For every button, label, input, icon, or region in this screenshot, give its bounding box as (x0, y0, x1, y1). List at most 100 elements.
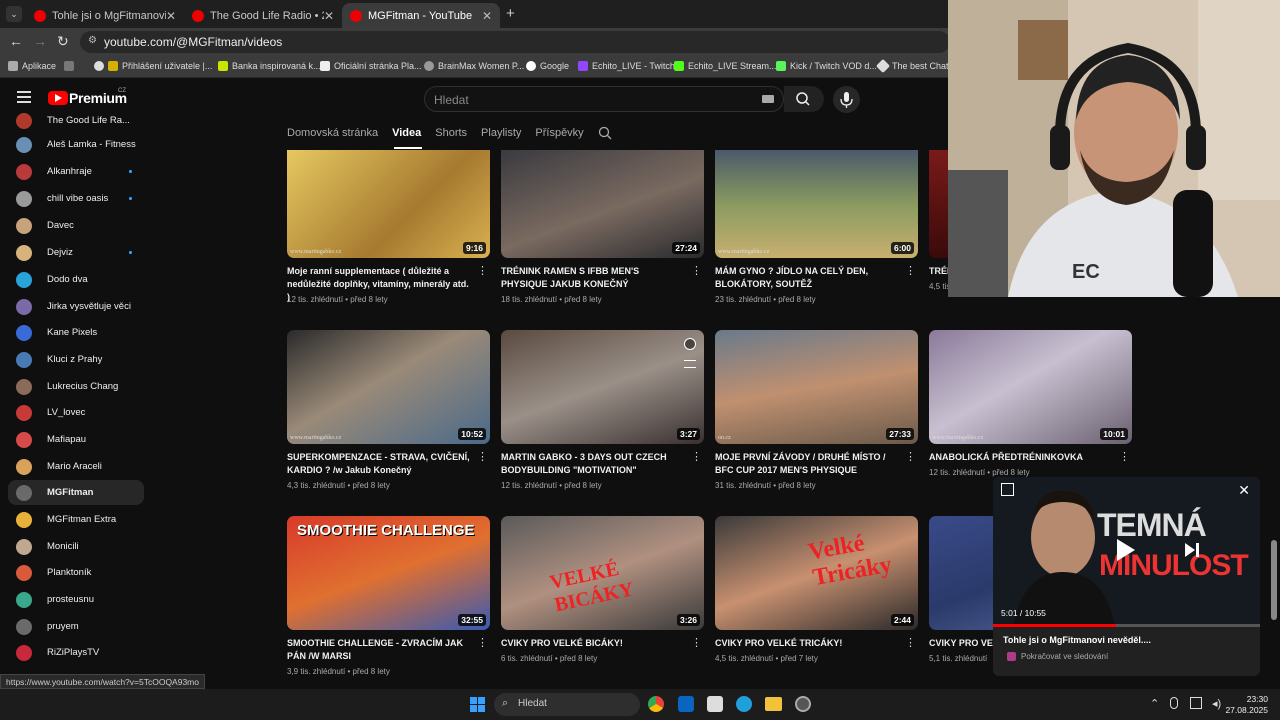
tab-good-life-radio[interactable]: The Good Life Radio • 24/7 Live... ✕ (184, 3, 342, 28)
tab-close-icon[interactable]: ✕ (482, 9, 492, 23)
video-thumbnail[interactable]: www.martingabko.cz 6:00 (715, 150, 918, 258)
video-card[interactable]: 27:24 TRÉNINK RAMEN S IFBB MEN'S PHYSIQUE… (501, 144, 704, 304)
page-scrollbar[interactable] (1271, 540, 1277, 620)
obs-taskbar-icon[interactable] (795, 696, 811, 712)
sidebar-item-channel[interactable]: Dejviz (8, 240, 144, 265)
tray-chevron-icon[interactable]: ⌃ (1150, 697, 1159, 710)
sidebar-item-channel[interactable]: Mario Araceli (8, 454, 144, 479)
video-card[interactable]: on.cz 27:33 MOJE PRVNÍ ZÁVODY / DRUHÉ MÍST… (715, 330, 918, 490)
grid-icon[interactable] (64, 61, 78, 71)
more-actions-icon[interactable]: ⋮ (905, 636, 916, 649)
video-thumbnail[interactable]: on.cz 27:33 (715, 330, 918, 444)
video-title[interactable]: CVIKY PRO VELKÉ BICÁKY! (501, 637, 686, 650)
play-icon[interactable] (1117, 539, 1135, 561)
sidebar-item-channel[interactable]: Planktoník (8, 560, 144, 585)
more-actions-icon[interactable]: ⋮ (905, 450, 916, 463)
site-info-icon[interactable]: ⚙ (88, 35, 97, 46)
store-taskbar-icon[interactable] (707, 696, 723, 712)
video-card[interactable]: SMOOTHIE CHALLENGE 32:55 SMOOTHIE CHALLENG… (287, 516, 490, 676)
video-title[interactable]: MARTIN GABKO - 3 DAYS OUT CZECH BODYBUIL… (501, 451, 686, 477)
new-tab-button[interactable]: + (506, 5, 515, 22)
bookmark-echito-stream[interactable]: Echito_LIVE Stream... (674, 61, 777, 71)
address-bar[interactable]: ⚙ youtube.com/@MGFitman/videos (80, 31, 950, 53)
bookmark-aplikace[interactable]: Aplikace (8, 61, 56, 71)
more-actions-icon[interactable]: ⋮ (477, 636, 488, 649)
sidebar-item-channel[interactable]: MGFitman (8, 480, 144, 505)
video-thumbnail[interactable]: www.martingabko.cz 10:01 (929, 330, 1132, 444)
sidebar-item-channel[interactable]: Alkanhraje (8, 159, 144, 184)
miniplayer[interactable]: TEMNÁ MINULOST ✕ 5:01 / 10:55 Tohle jsi … (993, 477, 1260, 676)
voice-search-button[interactable] (833, 86, 860, 113)
sidebar-item-channel[interactable]: Monicili (8, 534, 144, 559)
bookmark-google[interactable]: Google (526, 61, 569, 71)
sidebar-item-channel[interactable]: Kluci z Prahy (8, 347, 144, 372)
bookmark-kick-twitch[interactable]: Kick / Twitch VOD d... (776, 61, 877, 71)
sidebar-item-channel[interactable]: Lukrecius Chang (8, 374, 144, 399)
sidebar-item-channel[interactable]: MGFitman Extra (8, 507, 144, 532)
tab-close-icon[interactable]: ✕ (324, 9, 334, 23)
video-card[interactable]: VELKÉ BICÁKY 3:26 CVIKY PRO VELKÉ BICÁKY! 6… (501, 516, 704, 676)
video-thumbnail[interactable]: 27:24 (501, 150, 704, 258)
sidebar-item-channel[interactable]: prosteusnu (8, 587, 144, 612)
video-thumbnail[interactable]: 3:27 (501, 330, 704, 444)
miniplayer-close-icon[interactable]: ✕ (1238, 482, 1250, 499)
video-thumbnail[interactable]: www.martingabko.cz 9:16 (287, 150, 490, 258)
outlook-taskbar-icon[interactable] (678, 696, 694, 712)
edge-taskbar-icon[interactable] (736, 696, 752, 712)
bookmark-brainmax[interactable]: BrainMax Women P... (424, 61, 524, 71)
more-actions-icon[interactable]: ⋮ (691, 450, 702, 463)
sidebar-item-channel[interactable]: LV_lovec (8, 400, 144, 425)
bookmark-echito-twitch[interactable]: Echito_LIVE - Twitch (578, 61, 675, 71)
video-card[interactable]: 3:27 MARTIN GABKO - 3 DAYS OUT CZECH BODY… (501, 330, 704, 490)
next-icon[interactable] (1185, 543, 1199, 557)
video-card[interactable]: www.martingabko.cz 9:16 Moje ranní supplem… (287, 144, 490, 304)
back-icon[interactable]: ← (9, 33, 23, 49)
add-to-queue-icon[interactable] (684, 360, 696, 368)
tab-tohle-jsi[interactable]: Tohle jsi o MgFitmanovi nevěděl... ✕ (26, 3, 184, 28)
more-actions-icon[interactable]: ⋮ (691, 264, 702, 277)
more-actions-icon[interactable]: ⋮ (905, 264, 916, 277)
hamburger-menu-icon[interactable] (17, 91, 31, 103)
video-card[interactable]: Velké Tricáky 2:44 CVIKY PRO VELKÉ TRICÁKY… (715, 516, 918, 676)
sidebar-item-channel[interactable]: Kane Pixels (8, 320, 144, 345)
video-thumbnail[interactable]: SMOOTHIE CHALLENGE 32:55 (287, 516, 490, 630)
bookmark-banka[interactable]: Banka inspirovaná k... (218, 61, 321, 71)
tray-clock[interactable]: 23:30 27.08.2025 (1225, 694, 1268, 716)
youtube-logo-icon[interactable] (48, 91, 68, 105)
taskbar-search[interactable]: ⌕ Hledat (494, 693, 640, 716)
video-title[interactable]: ANABOLICKÁ PŘEDTRÉNINKOVKA (929, 451, 1114, 464)
sidebar-item-channel[interactable]: chill vibe oasis (8, 186, 144, 211)
sidebar-item-channel[interactable]: Jirka vysvětluje věci (8, 294, 144, 319)
keyboard-icon[interactable] (762, 95, 774, 103)
bookmark-prihlaseni[interactable]: Přihlášení uživatele |... (94, 61, 212, 71)
video-title[interactable]: SUPERKOMPENZACE - STRAVA, CVIČENÍ, KARDI… (287, 451, 472, 477)
tab-search-button[interactable]: ⌄ (6, 6, 22, 22)
search-input[interactable]: Hledat (424, 86, 784, 112)
explorer-taskbar-icon[interactable] (765, 697, 782, 711)
more-actions-icon[interactable]: ⋮ (477, 450, 488, 463)
video-title[interactable]: CVIKY PRO VELKÉ TRICÁKY! (715, 637, 900, 650)
video-title[interactable]: TRÉNINK RAMEN S IFBB MEN'S PHYSIQUE JAKU… (501, 265, 686, 291)
video-thumbnail[interactable]: VELKÉ BICÁKY 3:26 (501, 516, 704, 630)
tab-close-icon[interactable]: ✕ (166, 9, 176, 23)
video-card[interactable]: www.martingabko.cz 10:01 ANABOLICKÁ PŘEDTR… (929, 330, 1132, 490)
more-actions-icon[interactable]: ⋮ (477, 264, 488, 277)
miniplayer-progress-track[interactable] (993, 624, 1260, 627)
video-title[interactable]: MÁM GYNO ? JÍDLO NA CELÝ DEN, BLOKÁTORY,… (715, 265, 900, 291)
video-title[interactable]: SMOOTHIE CHALLENGE - ZVRACÍM JAK PÁN /W … (287, 637, 472, 663)
tray-display-icon[interactable] (1190, 697, 1202, 709)
sidebar-item-channel[interactable]: Davec (8, 213, 144, 238)
video-thumbnail[interactable]: Velké Tricáky 2:44 (715, 516, 918, 630)
video-title[interactable]: MOJE PRVNÍ ZÁVODY / DRUHÉ MÍSTO / BFC CU… (715, 451, 900, 477)
miniplayer-title[interactable]: Tohle jsi o MgFitmanovi nevěděl.... (1003, 635, 1151, 645)
expand-icon[interactable] (1001, 483, 1014, 496)
chrome-taskbar-icon[interactable] (648, 696, 664, 712)
search-button[interactable] (784, 86, 824, 112)
bookmark-oficialni[interactable]: Oficiální stránka Pla... (320, 61, 422, 71)
sidebar-item-channel[interactable]: Dodo dva (8, 267, 144, 292)
reload-icon[interactable]: ↻ (57, 33, 69, 50)
more-actions-icon[interactable]: ⋮ (691, 636, 702, 649)
forward-icon[interactable]: → (33, 33, 47, 49)
channel-search-icon[interactable] (598, 126, 612, 140)
more-actions-icon[interactable]: ⋮ (1119, 450, 1130, 463)
